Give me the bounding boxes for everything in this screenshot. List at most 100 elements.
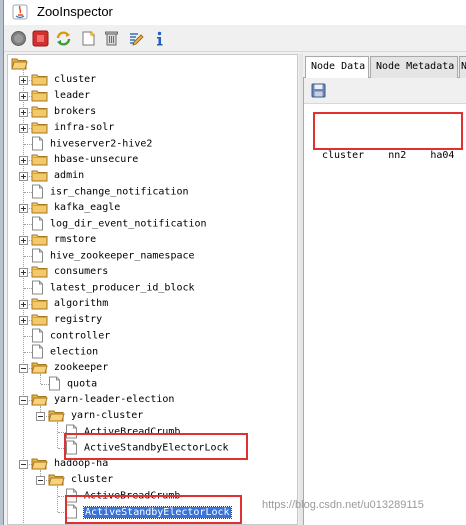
expand-toggle[interactable] (19, 156, 28, 165)
tree-node[interactable]: election (31, 344, 98, 360)
tree-node[interactable]: admin (31, 168, 84, 184)
tree-trunk (23, 67, 24, 524)
expand-toggle[interactable] (19, 76, 28, 85)
tree-node[interactable]: cluster (31, 72, 96, 88)
tree-trunk (57, 422, 58, 448)
tree-node-label: log_dir_event_notification (50, 218, 207, 230)
expand-toggle[interactable] (19, 124, 28, 133)
save-icon[interactable] (311, 83, 326, 98)
folder-icon (31, 154, 48, 166)
collapse-toggle[interactable] (36, 412, 45, 421)
tree-node-label: latest_producer_id_block (50, 282, 195, 294)
tree-node-label: controller (50, 330, 111, 342)
tree-node[interactable]: algorithm (31, 296, 108, 312)
open-folder-icon (31, 394, 48, 406)
delete-node-icon[interactable] (103, 30, 120, 47)
tree-node[interactable]: brokers (31, 104, 96, 120)
file-icon (32, 280, 43, 295)
tree-node-label: brokers (54, 106, 97, 117)
open-folder-icon (31, 458, 48, 470)
folder-icon (31, 170, 48, 182)
open-folder-icon (48, 410, 65, 422)
tree-node[interactable]: leader (31, 88, 90, 104)
tree-node[interactable]: latest_producer_id_block (31, 280, 195, 296)
tree-node[interactable]: controller (31, 328, 110, 344)
highlight-hadoop-lock (65, 495, 242, 524)
tree-node[interactable]: consumers (31, 264, 108, 280)
watermark-text: https://blog.csdn.net/u013289115 (262, 499, 424, 511)
file-icon (32, 248, 43, 263)
expand-toggle[interactable] (19, 172, 28, 181)
tree-node[interactable]: yarn-cluster (48, 408, 143, 424)
connect-icon[interactable] (10, 30, 27, 47)
tab-node-acls[interactable]: N (459, 56, 466, 78)
tree-root[interactable] (11, 56, 28, 72)
collapse-toggle[interactable] (36, 476, 45, 485)
expand-toggle[interactable] (19, 92, 28, 101)
add-node-icon[interactable] (80, 30, 97, 47)
zooinspector-window: ZooInspector cluster leader brokers infr… (3, 0, 466, 525)
node-data-toolbar (304, 78, 466, 104)
tab-node-data[interactable]: Node Data (305, 56, 369, 79)
expand-toggle[interactable] (19, 236, 28, 245)
node-data-value[interactable]: cluster nn2 ha04 (322, 150, 454, 161)
file-icon (49, 376, 60, 391)
tree-node[interactable]: infra-solr (31, 120, 114, 136)
tree-node[interactable]: zookeeper (31, 360, 108, 376)
tree-node-label: infra-solr (54, 122, 115, 133)
tree-node-label: cluster (54, 74, 97, 85)
folder-icon (31, 90, 48, 102)
tree-node-label: zookeeper (54, 362, 109, 373)
refresh-icon[interactable] (55, 30, 72, 47)
tree-node-label: rmstore (54, 234, 97, 245)
main-toolbar (4, 25, 466, 52)
file-icon (32, 184, 43, 199)
collapse-toggle[interactable] (19, 396, 28, 405)
highlight-yarn-lock (64, 433, 248, 460)
tree-node[interactable]: hive_zookeeper_namespace (31, 248, 195, 264)
tree-node[interactable]: log_dir_event_notification (31, 216, 207, 232)
folder-icon (31, 266, 48, 278)
tree-node[interactable]: isr_change_notification (31, 184, 189, 200)
tree-node-label: consumers (54, 266, 109, 277)
tree-node-label: registry (54, 314, 103, 325)
tree-node[interactable]: yarn-leader-election (31, 392, 174, 408)
folder-icon (31, 106, 48, 118)
tree-node-label: isr_change_notification (50, 186, 189, 198)
collapse-toggle[interactable] (19, 364, 28, 373)
details-tabs: Node Data Node Metadata N (303, 56, 466, 79)
folder-icon (31, 74, 48, 86)
tree-node[interactable]: registry (31, 312, 102, 328)
tab-node-metadata[interactable]: Node Metadata (370, 56, 458, 78)
expand-toggle[interactable] (19, 268, 28, 277)
file-icon (32, 216, 43, 231)
tree-node-label: cluster (71, 474, 114, 485)
disconnect-icon[interactable] (32, 30, 49, 47)
tree-node[interactable]: hiveserver2-hive2 (31, 136, 152, 152)
info-icon[interactable] (151, 30, 168, 47)
tree-node[interactable]: hbase-unsecure (31, 152, 138, 168)
folder-icon (31, 202, 48, 214)
tree-node[interactable]: quota (48, 376, 97, 392)
title-bar: ZooInspector (4, 0, 466, 25)
tree-node-label: kafka_eagle (54, 202, 121, 213)
folder-icon (31, 298, 48, 310)
expand-toggle[interactable] (19, 108, 28, 117)
expand-toggle[interactable] (19, 300, 28, 309)
open-folder-icon (31, 362, 48, 374)
tree-node[interactable]: rmstore (31, 232, 96, 248)
collapse-toggle[interactable] (19, 460, 28, 469)
expand-toggle[interactable] (19, 204, 28, 213)
tree-node-label: election (50, 346, 99, 358)
tree-node[interactable]: kafka_eagle (31, 200, 120, 216)
tree-node-label: admin (54, 170, 85, 181)
tree-node-label: hbase-unsecure (54, 154, 139, 165)
folder-icon (31, 234, 48, 246)
expand-toggle[interactable] (19, 316, 28, 325)
folder-icon (31, 122, 48, 134)
file-icon (32, 136, 43, 151)
tree-node[interactable]: cluster (48, 472, 113, 488)
file-icon (32, 328, 43, 343)
edit-icon[interactable] (128, 30, 145, 47)
tree-node-label: yarn-leader-election (54, 394, 175, 405)
